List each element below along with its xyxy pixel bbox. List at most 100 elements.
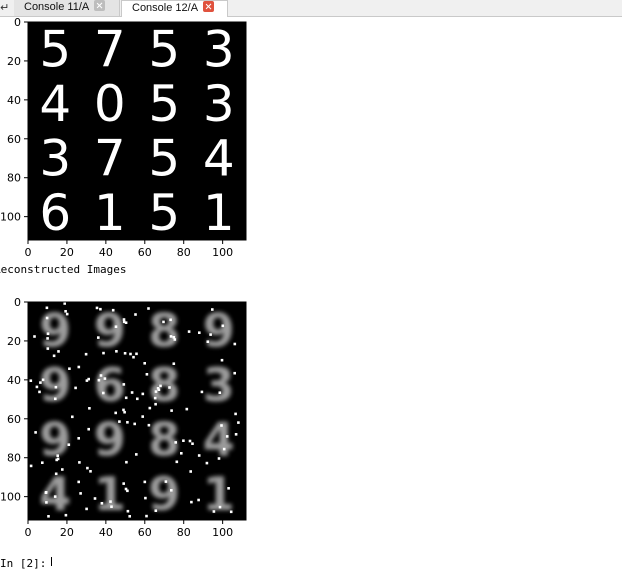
x-tick-label: 100 (212, 246, 233, 256)
digit-image: 1 (203, 184, 235, 242)
noise-pixel (211, 308, 214, 311)
noise-pixel (132, 355, 135, 359)
noise-pixel (77, 437, 80, 440)
digit-image: 3 (203, 21, 235, 79)
noise-pixel (114, 325, 118, 328)
noise-pixel (143, 362, 146, 365)
noise-pixel (63, 302, 66, 305)
noise-pixel (103, 377, 107, 380)
noise-pixel (46, 337, 49, 340)
noise-pixel (147, 307, 150, 310)
console-tab-bar: ↵ Console 11/A Console 12/A (0, 0, 622, 17)
y-tick-label: 100 (0, 491, 21, 504)
digit-image: 5 (148, 184, 180, 242)
noise-pixel (97, 336, 100, 339)
digit-image: 3 (39, 130, 71, 188)
noise-pixel (154, 509, 158, 512)
y-tick-label: 60 (7, 133, 21, 146)
digit-image: 5 (148, 21, 180, 79)
noise-pixel (52, 354, 56, 358)
noise-pixel (100, 502, 104, 505)
x-tick-label: 100 (212, 526, 233, 536)
tab-console-12[interactable]: Console 12/A (121, 0, 228, 17)
noise-pixel (134, 313, 137, 316)
noise-pixel (221, 324, 225, 328)
noise-pixel (67, 443, 71, 446)
noise-pixel (174, 441, 177, 444)
noise-pixel (99, 374, 103, 377)
noise-pixel (86, 466, 89, 470)
noise-pixel (172, 362, 176, 365)
noise-pixel (156, 387, 160, 390)
noise-pixel (234, 412, 237, 416)
noise-pixel (227, 487, 230, 490)
y-tick-label: 100 (0, 211, 21, 224)
noise-pixel (122, 318, 126, 321)
noise-pixel (180, 452, 183, 455)
noise-pixel (191, 442, 194, 445)
noise-pixel (29, 379, 33, 382)
digit-image: 8 (148, 304, 180, 358)
noise-pixel (164, 480, 168, 483)
digit-image: 7 (94, 21, 126, 79)
noise-pixel (45, 306, 49, 310)
noise-pixel (124, 396, 128, 400)
noise-pixel (109, 500, 112, 503)
y-tick-label: 80 (7, 172, 21, 185)
noise-pixel (102, 351, 105, 355)
noise-pixel (46, 332, 50, 335)
noise-pixel (85, 507, 88, 511)
noise-pixel (122, 408, 125, 412)
noise-pixel (200, 390, 204, 394)
noise-pixel (54, 385, 58, 389)
noise-pixel (77, 365, 81, 369)
noise-pixel (169, 318, 172, 322)
tab-console-11[interactable]: Console 11/A (14, 0, 120, 16)
noise-pixel (197, 454, 201, 457)
noise-pixel (123, 352, 127, 355)
noise-pixel (68, 367, 71, 370)
noise-pixel (118, 420, 121, 423)
noise-pixel (65, 312, 69, 316)
noise-pixel (141, 415, 144, 418)
noise-pixel (182, 439, 185, 442)
noise-pixel (206, 340, 210, 343)
noise-pixel (87, 427, 90, 431)
noise-pixel (198, 331, 201, 334)
noise-pixel (162, 320, 165, 324)
noise-pixel (143, 480, 147, 484)
noise-pixel (175, 460, 179, 464)
close-icon[interactable] (203, 1, 215, 12)
digit-image: 4 (39, 467, 71, 521)
noise-pixel (237, 421, 240, 424)
text-cursor (51, 557, 52, 566)
noise-pixel (47, 515, 50, 518)
reconstructed-images-label: Reconstructed Images (0, 263, 127, 276)
noise-pixel (41, 461, 44, 464)
digit-image: 4 (39, 75, 71, 133)
y-tick-label: 80 (7, 452, 21, 465)
noise-pixel (61, 468, 64, 471)
noise-pixel (126, 421, 129, 424)
noise-pixel (130, 391, 134, 394)
noise-pixel (89, 470, 92, 473)
digit-image: 8 (148, 413, 180, 467)
reconstructed-images-svg: 9 9 8 99 6 8 39 9 8 44 1 9 10 20 40 60 80 100020406080100 (0, 296, 247, 536)
noise-pixel (147, 423, 151, 427)
noise-pixel (77, 480, 80, 484)
noise-pixel (170, 409, 173, 412)
digit-image: 6 (39, 184, 71, 242)
noise-pixel (126, 509, 130, 513)
close-icon[interactable] (94, 0, 106, 11)
noise-pixel (173, 338, 177, 341)
digit-image: 1 (94, 467, 126, 521)
digit-image: 7 (94, 130, 126, 188)
noise-pixel (102, 391, 105, 395)
noise-pixel (190, 500, 193, 504)
noise-pixel (233, 371, 236, 375)
noise-pixel (159, 384, 162, 388)
digit-image: 8 (148, 358, 180, 412)
noise-pixel (38, 390, 41, 394)
noise-pixel (220, 424, 223, 427)
return-arrow-icon[interactable]: ↵ (0, 0, 12, 16)
